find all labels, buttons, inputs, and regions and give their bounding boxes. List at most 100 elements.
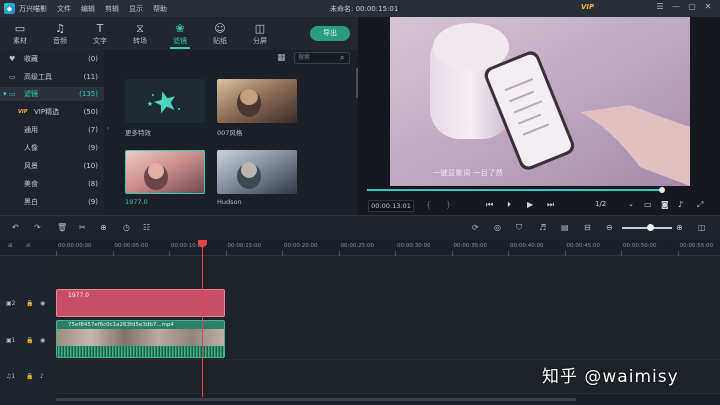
monitor-icon[interactable]: ▭	[644, 200, 652, 209]
grid-view-icon[interactable]: ▦	[277, 53, 286, 63]
tool-transition[interactable]: ⧖ 转场	[120, 17, 160, 50]
menu-edit[interactable]: 编辑	[81, 4, 95, 14]
sidebar-item-advanced-tools[interactable]: ▭ 高级工具 (11)	[0, 70, 104, 84]
volume-icon[interactable]: ♪	[40, 373, 44, 380]
sidebar-item-portrait[interactable]: 人像 (9)	[0, 141, 104, 155]
snapshot-icon[interactable]: ◙	[661, 200, 669, 209]
tool-split-screen[interactable]: ◫ 分屏	[240, 17, 280, 50]
link-icon[interactable]: ⊘	[26, 243, 31, 249]
menu-file[interactable]: 文件	[57, 4, 71, 14]
sidebar-item-food[interactable]: 美食 (8)	[0, 177, 104, 191]
sidebar-item-vip-picks[interactable]: VIP VIP精选 (50)	[0, 105, 104, 119]
tool-text[interactable]: T 文字	[80, 17, 120, 50]
filter-card-label: 007风格	[217, 129, 243, 137]
lock-icon[interactable]: 🔒	[26, 300, 33, 307]
video-clip[interactable]: 75ef8457ef6c0c1a263fd5e3db7...mp4	[56, 320, 225, 358]
frame-play-icon[interactable]: ⏵	[507, 200, 511, 210]
menu-clip[interactable]: 剪辑	[105, 4, 119, 14]
delete-icon[interactable]: 🗑	[57, 223, 67, 232]
tool-sticker[interactable]: ☺ 贴纸	[200, 17, 240, 50]
chevron-down-icon[interactable]: ⌄	[628, 200, 634, 208]
timeline-ruler[interactable]: ⊞ ⊘ 00:00:00:00 00:00:05:00 00:00:10:00 00:…	[0, 240, 720, 256]
video-frame	[390, 17, 690, 186]
vip-badge[interactable]: VIP	[581, 3, 594, 11]
filter-card-hudson[interactable]	[217, 150, 297, 194]
fullscreen-icon[interactable]: ⤢	[697, 200, 703, 210]
ruler-tick-label: 00:00:25:00	[340, 243, 375, 249]
tool-filter[interactable]: ❀ 滤镜	[160, 17, 200, 50]
app-name: 万兴喵影	[19, 4, 47, 13]
sticker-icon: ☺	[214, 21, 226, 35]
progress-knob[interactable]	[659, 187, 666, 193]
sidebar-item-landscape[interactable]: 风景 (10)	[0, 159, 104, 173]
sidebar-item-favorites[interactable]: ♥ 收藏 (0)	[0, 52, 104, 66]
window-controls: ☰ — ▢ ✕	[652, 2, 716, 11]
shield-icon[interactable]: ⛉	[516, 223, 522, 233]
close-icon[interactable]: ✕	[700, 2, 716, 11]
audio-waveform	[57, 346, 224, 357]
microphone-icon[interactable]: ♬	[539, 223, 546, 232]
tool-label: 音频	[53, 36, 67, 45]
eye-icon[interactable]: ◉	[40, 300, 45, 307]
filter-clip[interactable]: 1977.0	[56, 289, 225, 317]
sidebar-item-general[interactable]: 通用 (7)	[0, 123, 104, 137]
zoom-in-icon[interactable]: ⊕	[676, 223, 683, 232]
maximize-icon[interactable]: ▢	[684, 2, 700, 11]
redo-icon[interactable]: ↷	[34, 223, 41, 232]
filter-card-1977[interactable]	[125, 150, 205, 194]
mixer-icon[interactable]: ▤	[561, 223, 569, 232]
ruler-tick-label: 00:00:20:00	[284, 243, 318, 249]
filter-card-007[interactable]	[217, 79, 297, 123]
playhead[interactable]	[202, 240, 203, 397]
sidebar-item-count: (0)	[88, 55, 98, 63]
tool-media[interactable]: ▭ 素材	[0, 17, 40, 50]
play-icon[interactable]: ▶	[527, 200, 533, 209]
filter-icon: ❀	[175, 21, 185, 35]
track-empty[interactable]	[56, 256, 720, 290]
eye-icon[interactable]: ◉	[40, 337, 45, 344]
progress-fill	[367, 189, 663, 191]
crop-icon[interactable]: ⊕	[100, 223, 107, 232]
track-settings-icon[interactable]: ⊞	[8, 243, 13, 249]
ruler-tick-label: 00:00:40:00	[510, 243, 544, 249]
sidebar-item-label: 黑白	[24, 198, 38, 206]
render-icon[interactable]: ⟳	[472, 223, 479, 232]
chevron-down-icon: ▾	[3, 90, 7, 98]
undo-icon[interactable]: ↶	[12, 223, 19, 232]
sidebar-item-black-white[interactable]: 黑白 (9)	[0, 195, 104, 209]
lock-icon[interactable]: 🔒	[26, 373, 33, 380]
minimize-icon[interactable]: —	[668, 2, 684, 11]
collapse-arrow-icon[interactable]: ‹	[107, 125, 109, 132]
filter-thumbnail	[217, 150, 297, 194]
step-forward-icon[interactable]: ⏭	[547, 200, 554, 210]
sidebar-item-filters[interactable]: ▾ ▭ 滤镜 (135)	[0, 87, 104, 101]
step-back-icon[interactable]: ⏮	[486, 200, 493, 210]
timeline-scrollbar[interactable]	[56, 398, 576, 401]
speed-icon[interactable]: ◷	[123, 223, 130, 232]
hamburger-menu-icon[interactable]: ☰	[652, 2, 668, 11]
split-icon[interactable]: ⊟	[584, 223, 591, 232]
video-preview[interactable]: 一键显歌词 一目了然	[390, 17, 690, 186]
tool-audio[interactable]: ♫ 音频	[40, 17, 80, 50]
sidebar-item-count: (11)	[83, 73, 98, 81]
bracket-left-icon[interactable]: {	[426, 200, 431, 209]
adjust-icon[interactable]: ☷	[143, 223, 150, 232]
filter-card-more-effects[interactable]	[125, 79, 205, 123]
zoom-slider-knob[interactable]	[647, 224, 654, 231]
filter-card-label: 更多特效	[125, 129, 151, 137]
zoom-out-icon[interactable]: ⊖	[606, 223, 613, 232]
panel-toggle-icon[interactable]: ◫	[698, 223, 706, 232]
sidebar-item-label: 风景	[24, 162, 38, 170]
music-note-icon: ♫	[55, 21, 65, 35]
mark-icon[interactable]: ◎	[494, 223, 501, 232]
menu-view[interactable]: 显示	[129, 4, 143, 14]
volume-icon[interactable]: ♪	[678, 200, 683, 209]
playback-progress[interactable]	[367, 187, 666, 193]
export-button[interactable]: 导出	[310, 26, 350, 41]
search-icon[interactable]: ⌕	[340, 53, 355, 63]
lock-icon[interactable]: 🔒	[26, 337, 33, 344]
menu-help[interactable]: 帮助	[153, 4, 167, 14]
playback-controls: 00:00:13:01 { } ⏮ ⏵ ▶ ⏭ 1/2 ⌄ ▭ ◙ ♪ ⤢	[358, 197, 720, 215]
bracket-right-icon[interactable]: }	[446, 200, 451, 209]
cut-icon[interactable]: ✂	[79, 223, 86, 232]
